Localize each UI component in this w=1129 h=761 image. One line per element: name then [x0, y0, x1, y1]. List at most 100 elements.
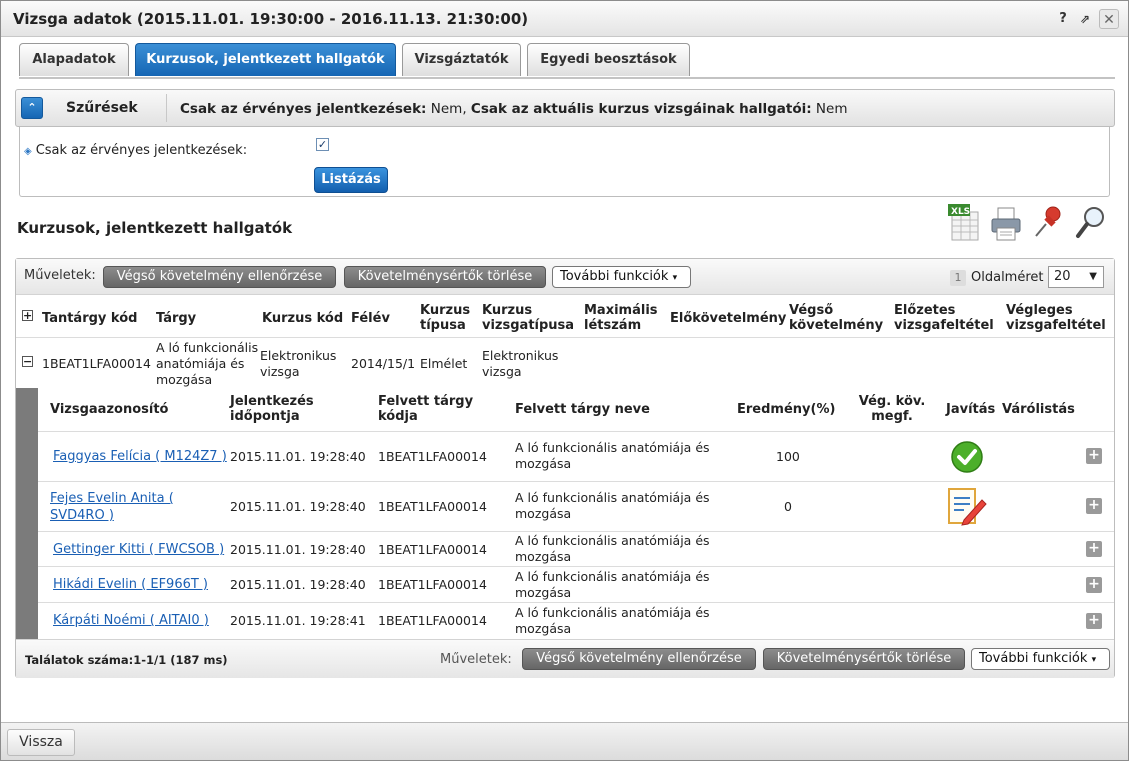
tab-individual-assignments[interactable]: Egyedi beosztások [527, 43, 690, 76]
check-icon[interactable] [950, 440, 984, 474]
operations-label: Műveletek: [24, 268, 96, 283]
more-functions-dropdown[interactable]: További funkciók ▾ [552, 266, 691, 288]
course-type: Elmélet [420, 356, 468, 371]
col-semester[interactable]: Félév [351, 311, 390, 326]
svg-text:XLS: XLS [951, 207, 970, 217]
valid-signups-label: ◈ Csak az érvényes jelentkezések: [24, 143, 247, 158]
student-link[interactable]: Hikádi Evelin ( EF966T ) [53, 576, 208, 593]
courses-grid: Műveletek: Végső követelmény ellenőrzése… [15, 258, 1115, 678]
print-icon[interactable] [989, 204, 1023, 242]
summary-label-current: Csak az aktuális kurzus vizsgáinak hallg… [470, 101, 812, 117]
col-subject[interactable]: Tárgy [156, 311, 196, 326]
expand-all-icon[interactable]: + [22, 310, 33, 321]
subgrid-header: Vizsgaazonosító Jelentkezés időpontja Fel… [38, 388, 1114, 432]
valid-signups-checkbox[interactable]: ✓ [316, 138, 329, 151]
help-icon[interactable]: ? [1053, 9, 1073, 29]
taken-subject-name: A ló funkcionális anatómiája és mozgása [515, 490, 710, 521]
course-subject-code: 1BEAT1LFA00014 [42, 356, 151, 371]
col-final-req-met[interactable]: Vég. köv. megf. [858, 394, 926, 424]
student-link[interactable]: Kárpáti Noémi ( AITAI0 ) [53, 612, 209, 629]
col-course-code[interactable]: Kurzus kód [262, 311, 343, 326]
list-button[interactable]: Listázás [314, 167, 388, 193]
course-semester: 2014/15/1 [351, 356, 416, 371]
delete-violators-button[interactable]: Követelménysértők törlése [344, 266, 546, 288]
xls-export-icon[interactable]: XLS [948, 204, 982, 242]
window-title: Vizsga adatok (2015.11.01. 19:30:00 - 20… [13, 10, 529, 28]
col-signup-time[interactable]: Jelentkezés időpontja [230, 394, 314, 424]
footer-final-requirement-check-button[interactable]: Végső követelmény ellenőrzése [522, 648, 756, 670]
col-exam-type[interactable]: Kurzus vizsgatípusa [482, 303, 574, 333]
exam-data-window: Vizsga adatok (2015.11.01. 19:30:00 - 20… [0, 0, 1129, 761]
filter-bar: ⌃ Szűrések Csak az érvényes jelentkezése… [15, 89, 1115, 127]
add-waitlist-icon[interactable]: + [1086, 613, 1102, 629]
col-course-type[interactable]: Kurzus típusa [420, 303, 470, 333]
title-bar: Vizsga adatok (2015.11.01. 19:30:00 - 20… [1, 1, 1128, 37]
col-exam-id[interactable]: Vizsgaazonosító [50, 402, 168, 417]
grid-toolbar: Műveletek: Végső követelmény ellenőrzése… [16, 259, 1114, 295]
page-size-label: Oldalméret [971, 270, 1044, 285]
summary-value-valid: Nem, [426, 101, 471, 117]
taken-subject-name: A ló funkcionális anatómiája és mozgása [515, 569, 710, 600]
tab-courses-students[interactable]: Kurzusok, jelentkezett hallgatók [135, 43, 396, 76]
table-row: Hikádi Evelin ( EF966T ) 2015.11.01. 19:… [38, 567, 1114, 603]
bottom-bar: Vissza [1, 722, 1128, 760]
chevron-down-icon: ▾ [1091, 655, 1097, 665]
table-row: Faggyas Felícia ( M124Z7 ) 2015.11.01. 1… [38, 432, 1114, 482]
result-count: Találatok száma:1-1/1 (187 ms) [25, 653, 228, 667]
student-link[interactable]: Faggyas Felícia ( M124Z7 ) [53, 448, 227, 465]
result-value: 0 [784, 499, 792, 514]
collapse-row-icon[interactable]: − [22, 356, 33, 367]
tab-basic-data[interactable]: Alapadatok [19, 43, 129, 76]
collapse-filters-icon[interactable]: ⌃ [21, 97, 43, 119]
col-taken-subject-code[interactable]: Felvett tárgy kódja [378, 394, 473, 424]
final-requirement-check-button[interactable]: Végső követelmény ellenőrzése [103, 266, 336, 288]
col-prerequisite[interactable]: Előkövetelmény [670, 311, 786, 326]
footer-more-functions-dropdown[interactable]: További funkciók ▾ [971, 648, 1110, 670]
page-number[interactable]: 1 [950, 270, 966, 286]
table-row: Gettinger Kitti ( FWCSOB ) 2015.11.01. 1… [38, 532, 1114, 567]
add-waitlist-icon[interactable]: + [1086, 498, 1102, 514]
summary-label-valid: Csak az érvényes jelentkezések: [180, 101, 427, 117]
chevron-down-icon: ▾ [672, 273, 678, 283]
col-waitlist[interactable]: Várólistás [1002, 402, 1075, 417]
signup-time: 2015.11.01. 19:28:40 [230, 499, 366, 514]
popout-icon[interactable]: ⇗ [1075, 9, 1095, 29]
col-result[interactable]: Eredmény(%) [737, 402, 835, 417]
students-subgrid: Vizsgaazonosító Jelentkezés időpontja Fel… [16, 388, 1114, 639]
col-final-condition[interactable]: Végleges vizsgafeltétel [1006, 303, 1106, 333]
tab-divider [19, 77, 1115, 79]
close-icon[interactable]: ✕ [1099, 9, 1119, 29]
filter-summary: Csak az érvényes jelentkezések: Nem, Csa… [180, 101, 848, 117]
student-link[interactable]: Gettinger Kitti ( FWCSOB ) [53, 541, 224, 558]
taken-subject-code: 1BEAT1LFA00014 [378, 542, 487, 557]
col-final-requirement[interactable]: Végső követelmény [789, 303, 883, 333]
col-subject-code[interactable]: Tantárgy kód [42, 311, 137, 326]
course-code: Elektronikus vizsga [260, 348, 337, 379]
student-link[interactable]: Fejes Evelin Anita (SVD4RO ) [50, 490, 174, 524]
back-button[interactable]: Vissza [7, 729, 75, 756]
search-icon[interactable] [1074, 204, 1108, 242]
footer-delete-violators-button[interactable]: Követelménysértők törlése [763, 648, 965, 670]
edit-icon[interactable] [946, 486, 988, 528]
section-title: Kurzusok, jelentkezett hallgatók [17, 219, 293, 237]
col-preliminary-condition[interactable]: Előzetes vizsgafeltétel [894, 303, 994, 333]
pin-icon[interactable] [1031, 204, 1065, 242]
summary-value-current: Nem [811, 101, 848, 117]
header-divider [16, 337, 1114, 338]
col-max-headcount[interactable]: Maximális létszám [584, 303, 658, 333]
page-size-select[interactable]: 20 ▼ [1048, 266, 1104, 288]
col-correction[interactable]: Javítás [946, 402, 995, 417]
col-taken-subject-name[interactable]: Felvett tárgy neve [515, 402, 650, 417]
diamond-icon: ◈ [24, 146, 32, 157]
table-row: Fejes Evelin Anita (SVD4RO ) 2015.11.01.… [38, 482, 1114, 532]
grid-footer: Találatok száma:1-1/1 (187 ms) Műveletek… [16, 639, 1114, 678]
taken-subject-name: A ló funkcionális anatómiája és mozgása [515, 533, 710, 564]
add-waitlist-icon[interactable]: + [1086, 577, 1102, 593]
chevron-down-icon: ▼ [1089, 271, 1097, 282]
add-waitlist-icon[interactable]: + [1086, 448, 1102, 464]
taken-subject-code: 1BEAT1LFA00014 [378, 613, 487, 628]
add-waitlist-icon[interactable]: + [1086, 541, 1102, 557]
taken-subject-code: 1BEAT1LFA00014 [378, 449, 487, 464]
more-functions-label: További funkciók [560, 269, 669, 284]
tab-examiners[interactable]: Vizsgáztatók [402, 43, 521, 76]
